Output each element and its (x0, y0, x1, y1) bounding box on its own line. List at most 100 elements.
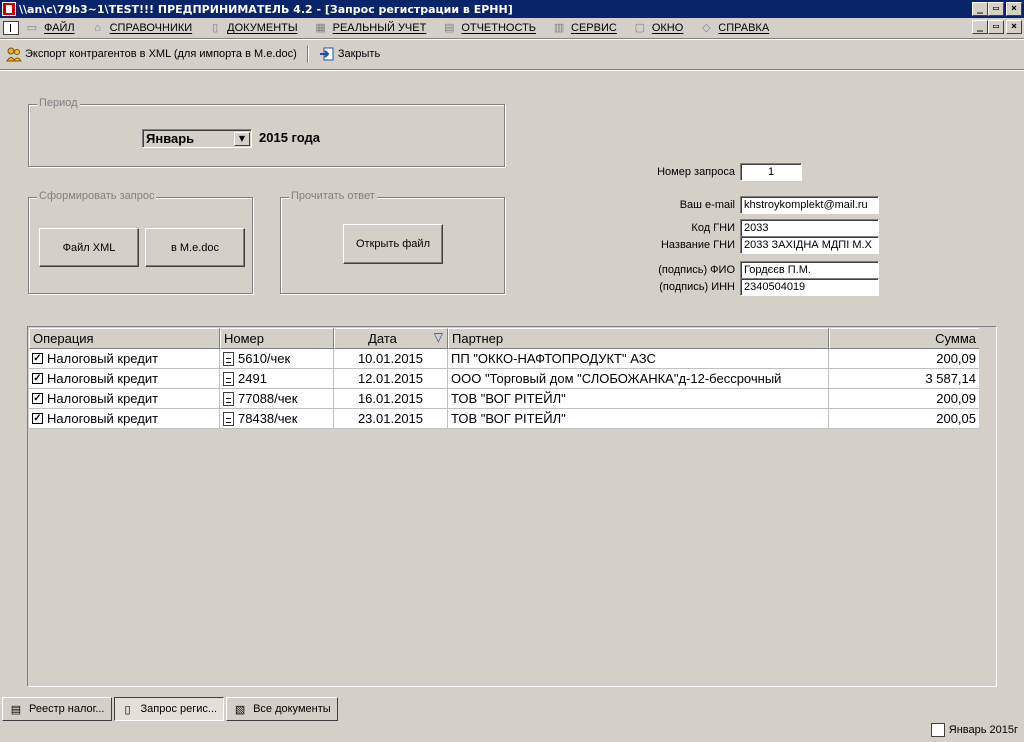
table-row[interactable]: ✓ Налоговый кредит 5610/чек 10.01.2015 ПП "О… (29, 349, 980, 369)
export-contractors-button[interactable]: Экспорт контрагентов в XML (для импорта … (0, 43, 303, 65)
cell-sum: 200,09 (829, 349, 980, 369)
table-row[interactable]: ✓ Налоговый кредит 2491 12.01.2015 ООО "Торг… (29, 369, 980, 389)
cell-partner: ПП "ОККО-НАФТОПРОДУКТ" АЗС (448, 349, 829, 369)
email-field[interactable]: khstroykomplekt@mail.ru (740, 196, 879, 214)
toolbar: Экспорт контрагентов в XML (для импорта … (0, 40, 1024, 68)
row-checkbox[interactable]: ✓ (32, 413, 43, 424)
toolbar-separator (306, 45, 309, 63)
menu-item-0[interactable]: ▭ ФАЙЛ (25, 22, 75, 34)
window-tab-1[interactable]: ▯ Запрос регис... (113, 697, 225, 721)
menu-item-5[interactable]: ▥ СЕРВИС (552, 22, 617, 34)
sort-descending-icon: ▽ (433, 330, 443, 344)
mdi-minimize-button[interactable]: _ (972, 20, 988, 34)
vertical-scrollbar[interactable] (979, 328, 995, 685)
documents-stack-icon: ▧ (234, 703, 246, 716)
report-icon: ▤ (444, 22, 455, 34)
restore-button[interactable]: ▭ (988, 2, 1004, 16)
cell-sum: 200,09 (829, 389, 980, 409)
menu-item-2[interactable]: ▯ ДОКУМЕНТЫ (208, 22, 297, 34)
cell-date: 10.01.2015 (334, 349, 448, 369)
cell-operation: ✓ Налоговый кредит (29, 389, 220, 409)
cell-operation: ✓ Налоговый кредит (29, 369, 220, 389)
xml-file-button[interactable]: Файл XML (39, 228, 139, 267)
window-tab-label: Запрос регис... (140, 703, 218, 715)
receipt-document-icon (223, 391, 234, 406)
receipt-document-icon (223, 351, 234, 366)
help-icon: ◇ (702, 22, 711, 34)
operation-text: Налоговый кредит (47, 391, 159, 406)
month-select[interactable]: Январь ▼ (142, 129, 252, 148)
receipt-document-icon (223, 371, 234, 386)
close-form-label: Закрыть (337, 48, 381, 60)
menu-item-3[interactable]: ▦ РЕАЛЬНЫЙ УЧЕТ (314, 22, 426, 34)
column-header-sum[interactable]: Сумма (829, 328, 980, 349)
mdi-restore-button[interactable]: ▭ (988, 20, 1004, 34)
signer-inn-field[interactable]: 2340504019 (740, 278, 879, 296)
toolbar-divider (0, 69, 1024, 71)
document-system-icon[interactable] (3, 21, 19, 35)
chevron-down-icon[interactable]: ▼ (234, 131, 250, 146)
request-number-label: Номер запроса (657, 166, 735, 178)
close-form-button[interactable]: Закрыть (313, 43, 386, 65)
number-text: 5610/чек (238, 351, 291, 366)
window-icon: ▢ (634, 22, 646, 34)
open-file-button[interactable]: Открыть файл (343, 224, 443, 264)
menu-item-label: ФАЙЛ (44, 22, 75, 34)
menu-item-4[interactable]: ▤ ОТЧЕТНОСТЬ (442, 22, 536, 34)
column-header-operation[interactable]: Операция (29, 328, 220, 349)
column-header-partner[interactable]: Партнер (448, 328, 829, 349)
menu-item-label: СПРАВКА (718, 22, 770, 34)
calendar-icon (930, 723, 945, 737)
window-tab-2[interactable]: ▧ Все документы (226, 697, 338, 721)
menu-item-label: ОТЧЕТНОСТЬ (461, 22, 537, 34)
cell-partner: ТОВ "ВОГ РІТЕЙЛ" (448, 409, 829, 429)
number-text: 78438/чек (238, 411, 298, 426)
menu-bar: ▭ ФАЙЛ ⌂ СПРАВОЧНИКИ ▯ ДОКУМЕНТЫ ▦ РЕАЛЬНЫЙ УЧЕ… (0, 18, 1024, 38)
document-icon: ▯ (124, 703, 131, 716)
cell-number: 77088/чек (220, 389, 334, 409)
export-contractors-label: Экспорт контрагентов в XML (для импорта … (25, 48, 297, 60)
window-tab-label: Реестр налог... (29, 703, 105, 715)
minimize-button[interactable]: _ (972, 2, 988, 16)
column-header-date[interactable]: Дата ▽ (334, 328, 448, 349)
row-checkbox[interactable]: ✓ (32, 393, 43, 404)
register-icon: ▤ (10, 703, 22, 716)
exit-icon (319, 46, 335, 62)
date-header-label: Дата (368, 331, 397, 346)
documents-grid: Операция Номер Дата ▽ Партнер Сумма ✓ Нал… (27, 326, 997, 687)
menu-item-6[interactable]: ▢ ОКНО (633, 22, 684, 34)
window-tab-0[interactable]: ▤ Реестр налог... (2, 697, 112, 721)
window-tab-label: Все документы (253, 703, 331, 715)
menu-item-label: ДОКУМЕНТЫ (227, 22, 298, 34)
gni-code-field[interactable]: 2033 (740, 219, 879, 237)
window-title: \\an\c\79b3~1\TEST!!! ПРЕДПРИНИМАТЕЛЬ 4.… (19, 2, 513, 16)
house-icon: ⌂ (94, 22, 101, 34)
table-row[interactable]: ✓ Налоговый кредит 77088/чек 16.01.2015 ТОВ … (29, 389, 980, 409)
signer-name-field[interactable]: Гордєєв П.М. (740, 261, 879, 279)
menu-item-7[interactable]: ◇ СПРАВКА (699, 22, 769, 34)
mdi-close-button[interactable]: × (1006, 20, 1022, 34)
form-request-legend: Сформировать запрос (37, 190, 157, 202)
cell-sum: 3 587,14 (829, 369, 980, 389)
operation-text: Налоговый кредит (47, 371, 159, 386)
request-number-field[interactable]: 1 (740, 163, 802, 181)
menu-item-label: СЕРВИС (571, 22, 617, 34)
form-request-group: Сформировать запрос Файл XML в M.e.doc (28, 190, 253, 294)
column-header-number[interactable]: Номер (220, 328, 334, 349)
table-row[interactable]: ✓ Налоговый кредит 78438/чек 23.01.2015 ТОВ … (29, 409, 980, 429)
grid-body: ✓ Налоговый кредит 5610/чек 10.01.2015 ПП "О… (29, 349, 980, 429)
year-text: 2015 года (259, 130, 321, 145)
row-checkbox[interactable]: ✓ (32, 373, 43, 384)
read-reply-legend: Прочитать ответ (289, 190, 377, 202)
number-text: 2491 (238, 371, 267, 386)
folder-icon: ▭ (26, 22, 38, 34)
row-checkbox[interactable]: ✓ (32, 353, 43, 364)
app-icon[interactable] (2, 2, 16, 16)
close-button[interactable]: × (1006, 2, 1022, 16)
menu-item-1[interactable]: ⌂ СПРАВОЧНИКИ (91, 22, 192, 34)
medoc-button[interactable]: в M.e.doc (145, 228, 245, 267)
receipt-document-icon (223, 411, 234, 426)
title-bar: \\an\c\79b3~1\TEST!!! ПРЕДПРИНИМАТЕЛЬ 4.… (0, 0, 1024, 18)
gni-name-field[interactable]: 2033 ЗАХІДНА МДПІ М.Х (740, 236, 879, 254)
cell-number: 5610/чек (220, 349, 334, 369)
